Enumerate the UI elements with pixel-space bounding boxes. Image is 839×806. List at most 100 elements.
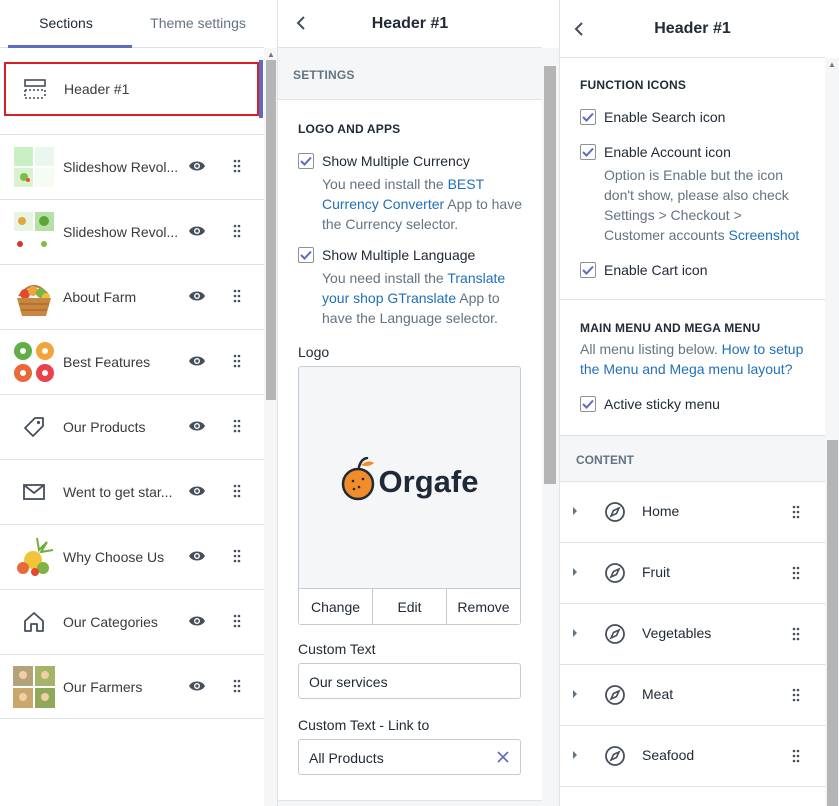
compass-icon xyxy=(605,624,625,644)
scrollbar-thumb[interactable] xyxy=(266,60,276,400)
language-label: Show Multiple Language xyxy=(322,247,476,263)
account-checkbox-row[interactable]: Enable Account icon xyxy=(580,143,805,161)
section-item[interactable]: About Farm xyxy=(0,264,264,329)
section-item[interactable]: Slideshow Revol... xyxy=(0,134,264,199)
caret-right-icon[interactable] xyxy=(572,750,578,760)
settings-scrollbar[interactable]: ▲ xyxy=(825,58,839,806)
drag-handle-icon[interactable] xyxy=(233,679,241,693)
drag-handle-icon[interactable] xyxy=(233,354,241,368)
menu-item-label: Fruit xyxy=(642,564,670,580)
language-help: You need install the Translate your shop… xyxy=(322,268,522,328)
sections-scrollbar[interactable]: ▲ xyxy=(264,48,277,806)
caret-right-icon[interactable] xyxy=(572,567,578,577)
menu-item-seafood[interactable]: Seafood xyxy=(560,726,825,787)
remove-logo-button[interactable]: Remove xyxy=(447,589,520,624)
eye-icon[interactable] xyxy=(188,614,206,628)
eye-icon[interactable] xyxy=(188,224,206,238)
eye-icon[interactable] xyxy=(188,549,206,563)
section-item[interactable]: Best Features xyxy=(0,329,264,394)
search-checkbox-row[interactable]: Enable Search icon xyxy=(580,108,805,126)
logo-actions: Change Edit Remove xyxy=(299,588,520,624)
drag-handle-icon[interactable] xyxy=(233,419,241,433)
tab-sections[interactable]: Sections xyxy=(0,0,132,48)
eye-icon[interactable] xyxy=(188,419,206,433)
screenshot-link[interactable]: Screenshot xyxy=(729,227,800,243)
custom-text-input[interactable]: Our services xyxy=(298,663,521,699)
section-label: Best Features xyxy=(63,354,151,370)
sticky-checkbox-row[interactable]: Active sticky menu xyxy=(580,395,805,413)
drag-handle-icon[interactable] xyxy=(792,566,800,580)
tab-theme-settings[interactable]: Theme settings xyxy=(132,0,264,47)
section-label: Why Choose Us xyxy=(63,549,165,565)
scroll-up-arrow-icon[interactable]: ▲ xyxy=(267,50,275,59)
eye-icon[interactable] xyxy=(188,354,206,368)
language-checkbox[interactable] xyxy=(298,247,314,263)
help-text: You need install the xyxy=(322,176,448,192)
scrollbar-thumb[interactable] xyxy=(544,66,556,484)
custom-text-value: Our services xyxy=(309,674,388,690)
search-checkbox[interactable] xyxy=(580,109,596,125)
section-item[interactable]: Our Categories xyxy=(0,589,264,654)
function-icons-group: FUNCTION ICONS Enable Search icon Enable… xyxy=(560,78,825,279)
fruit-basket-thumbnail xyxy=(13,276,55,318)
cart-checkbox-row[interactable]: Enable Cart icon xyxy=(580,261,805,279)
section-item[interactable]: Our Farmers xyxy=(0,654,264,719)
mail-icon xyxy=(13,471,55,513)
custom-link-input[interactable]: All Products xyxy=(298,739,521,775)
section-item[interactable]: Slideshow Revol... xyxy=(0,199,264,264)
account-checkbox[interactable] xyxy=(580,144,596,160)
account-icon-label: Enable Account icon xyxy=(604,144,731,160)
eye-icon[interactable] xyxy=(188,484,206,498)
drag-handle-icon[interactable] xyxy=(792,627,800,641)
eye-icon[interactable] xyxy=(188,159,206,173)
drag-handle-icon[interactable] xyxy=(233,484,241,498)
eye-icon[interactable] xyxy=(188,679,206,693)
menu-item-meat[interactable]: Meat xyxy=(560,665,825,726)
caret-right-icon[interactable] xyxy=(572,689,578,699)
clear-link-button[interactable] xyxy=(495,749,511,765)
drag-handle-icon[interactable] xyxy=(233,159,241,173)
section-label: Our Products xyxy=(63,419,146,435)
menu-item-vegetables[interactable]: Vegetables xyxy=(560,604,825,665)
settings-scrollbar[interactable] xyxy=(542,48,559,806)
currency-checkbox[interactable] xyxy=(298,153,314,169)
sticky-checkbox[interactable] xyxy=(580,396,596,412)
drag-handle-icon[interactable] xyxy=(233,549,241,563)
scroll-up-arrow-icon[interactable]: ▲ xyxy=(828,60,836,69)
section-item[interactable]: Why Choose Us xyxy=(0,524,264,589)
eye-icon[interactable] xyxy=(188,289,206,303)
section-label: Slideshow Revol... xyxy=(63,224,179,240)
drag-handle-icon[interactable] xyxy=(792,505,800,519)
header-settings-panel: Header #1 SETTINGS LOGO AND APPS Show Mu… xyxy=(278,0,559,806)
section-label: Our Farmers xyxy=(63,678,143,695)
logo-picker: Orgafe Change Edit Remove xyxy=(298,366,521,625)
drag-handle-icon[interactable] xyxy=(792,688,800,702)
logo-apps-heading: LOGO AND APPS xyxy=(298,122,401,136)
caret-right-icon[interactable] xyxy=(572,628,578,638)
drag-handle-icon[interactable] xyxy=(792,749,800,763)
menu-item-home[interactable]: Home xyxy=(560,482,825,543)
panel-header: Header #1 xyxy=(278,0,542,48)
cart-checkbox[interactable] xyxy=(580,262,596,278)
currency-checkbox-row[interactable]: Show Multiple Currency xyxy=(298,152,522,170)
drag-handle-icon[interactable] xyxy=(233,224,241,238)
farmers-thumbnail xyxy=(13,665,55,708)
caret-right-icon[interactable] xyxy=(572,506,578,516)
edit-logo-button[interactable]: Edit xyxy=(373,589,447,624)
panel-header: Header #1 xyxy=(560,0,825,58)
back-button[interactable] xyxy=(568,18,590,40)
menu-item-fruit[interactable]: Fruit xyxy=(560,543,825,604)
logo-preview[interactable]: Orgafe xyxy=(299,367,520,590)
menu-item-label: Vegetables xyxy=(642,625,712,641)
drag-handle-icon[interactable] xyxy=(233,289,241,303)
section-item[interactable]: Our Products xyxy=(0,394,264,459)
section-item-header[interactable]: Header #1 xyxy=(4,62,259,116)
menu-item-label: Seafood xyxy=(642,747,695,763)
change-logo-button[interactable]: Change xyxy=(299,589,373,624)
section-item[interactable]: Went to get star... xyxy=(0,459,264,524)
drag-handle-icon[interactable] xyxy=(233,614,241,628)
help-text: All menu listing below. xyxy=(580,341,722,357)
back-button[interactable] xyxy=(290,12,312,34)
scrollbar-thumb[interactable] xyxy=(827,440,838,806)
language-checkbox-row[interactable]: Show Multiple Language xyxy=(298,246,522,264)
